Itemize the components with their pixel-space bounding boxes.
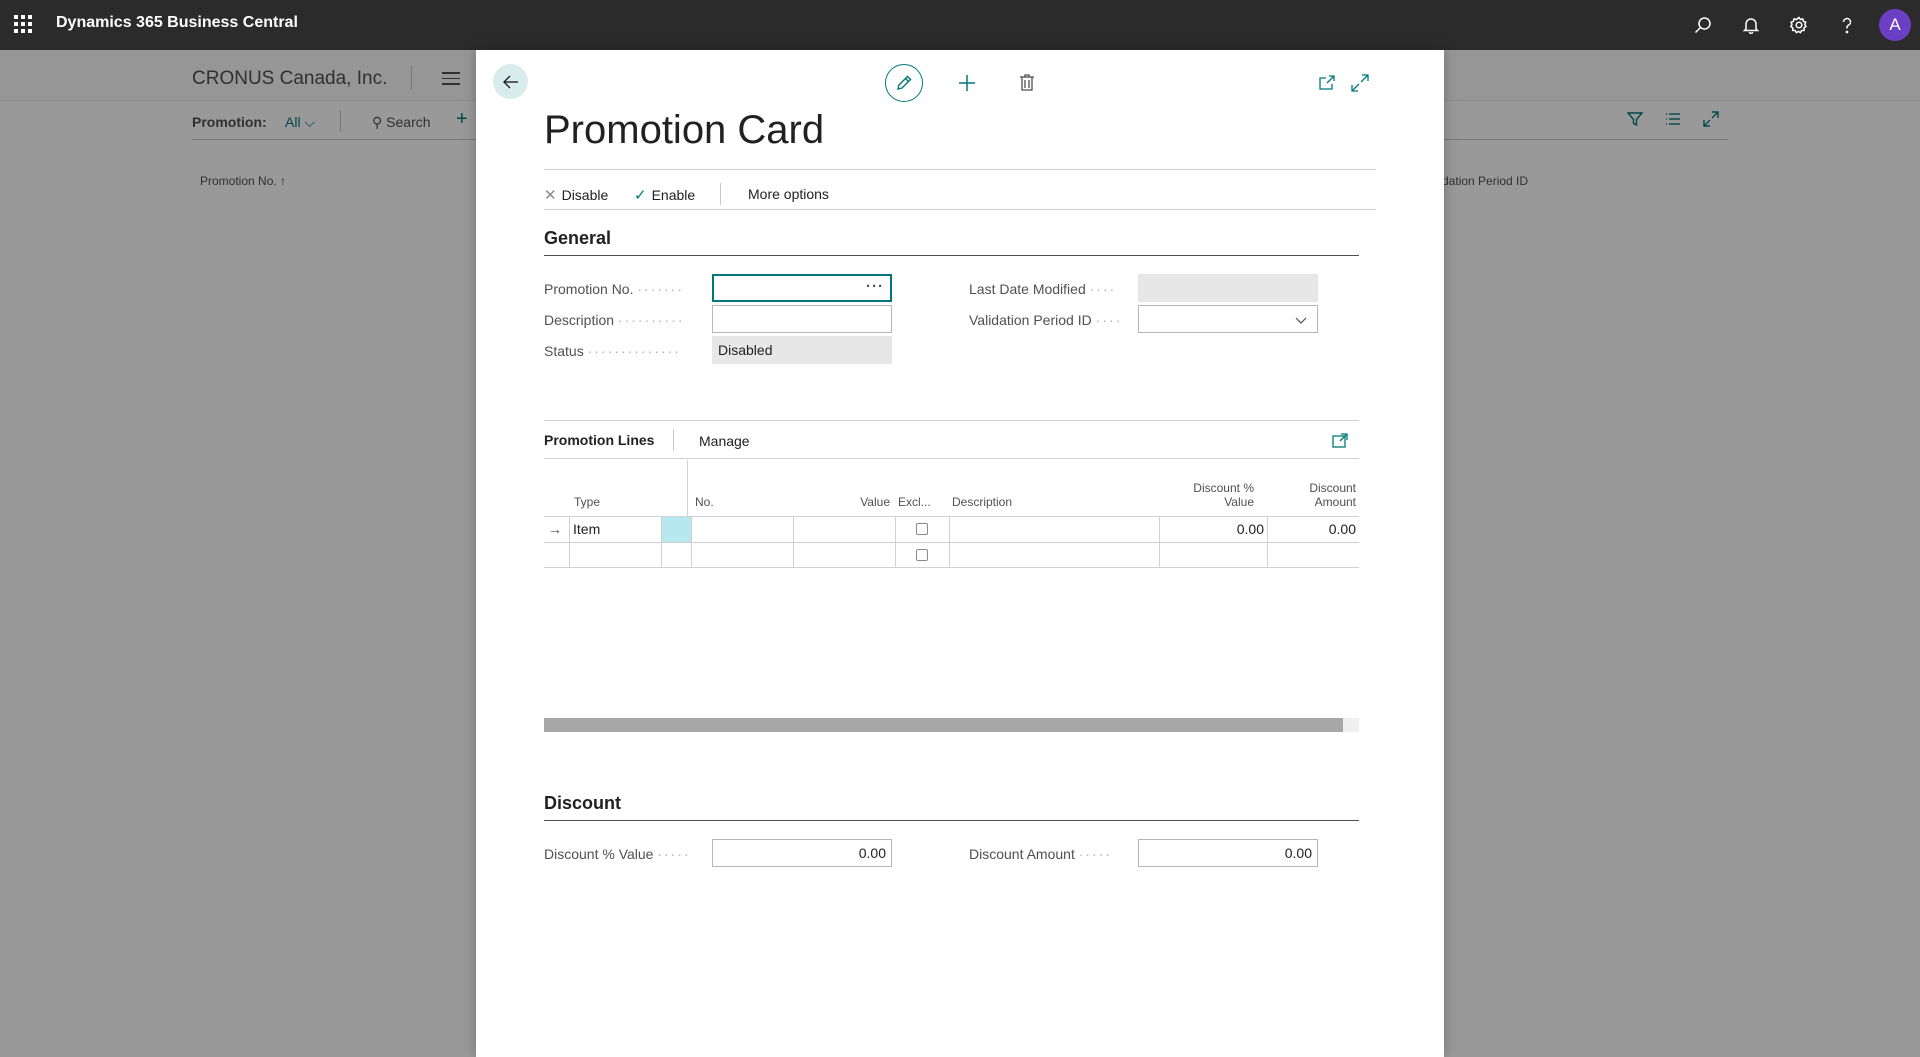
divider [720, 183, 721, 205]
promotion-card-dialog: Promotion Card ✕ Disable ✓ Enable More o… [476, 50, 1444, 1057]
description-cell[interactable] [949, 543, 1159, 568]
top-icons: A [1679, 0, 1920, 50]
pencil-icon [897, 75, 912, 90]
column-header-discount-amount-line2: Amount [1314, 495, 1356, 509]
discount-amount-cell[interactable]: 0.00 [1267, 517, 1359, 542]
discount-pct-input[interactable]: 0.00 [712, 839, 892, 867]
column-header-no[interactable]: No. [695, 495, 714, 509]
column-header-type[interactable]: Type [574, 495, 600, 509]
app-bar: Dynamics 365 Business Central A [0, 0, 1920, 50]
expand-icon[interactable] [1350, 73, 1370, 93]
checkmark-icon: ✓ [634, 187, 647, 204]
user-avatar[interactable]: A [1879, 9, 1911, 41]
help-icon[interactable] [1823, 0, 1871, 50]
value-cell[interactable] [793, 543, 895, 568]
column-header-discount-pct[interactable]: Discount % Value [1174, 481, 1254, 509]
status-label: Status ·············· [544, 343, 681, 359]
column-header-value[interactable]: Value [844, 495, 890, 509]
action-bar: ✕ Disable ✓ Enable More options [544, 178, 1376, 210]
validation-period-label: Validation Period ID ···· [969, 312, 1123, 328]
horizontal-scrollbar[interactable] [544, 718, 1359, 732]
chevron-down-icon [1295, 317, 1307, 324]
last-date-modified-label: Last Date Modified ···· [969, 281, 1117, 297]
exclude-checkbox[interactable] [916, 523, 928, 535]
discount-amount-input[interactable]: 0.00 [1138, 839, 1318, 867]
selection-cell[interactable] [661, 543, 691, 568]
column-header-discount-amount-line1: Discount [1309, 481, 1356, 495]
exclude-cell [895, 543, 949, 568]
exclude-cell [895, 517, 949, 542]
column-divider [687, 460, 688, 516]
more-options-label: More options [748, 186, 829, 202]
discount-section-header[interactable]: Discount [544, 793, 1359, 821]
no-cell[interactable] [691, 517, 793, 542]
popout-icon[interactable] [1317, 73, 1337, 93]
enable-button[interactable]: ✓ Enable [634, 186, 695, 204]
divider [673, 429, 674, 451]
table-row[interactable] [544, 542, 1359, 568]
enable-label: Enable [651, 187, 696, 203]
app-launcher-icon[interactable] [14, 15, 32, 33]
exclude-checkbox[interactable] [916, 549, 928, 561]
search-icon[interactable] [1679, 0, 1727, 50]
back-arrow-icon [502, 75, 518, 88]
popout-icon[interactable] [1331, 432, 1349, 450]
discount-amount-label: Discount Amount ····· [969, 846, 1113, 862]
manage-menu[interactable]: Manage [699, 433, 750, 449]
delete-icon[interactable] [1016, 72, 1038, 94]
promotion-lines-tab[interactable]: Promotion Lines [544, 432, 654, 448]
disable-label: Disable [561, 187, 609, 203]
type-cell[interactable] [569, 543, 661, 568]
edit-button[interactable] [885, 64, 923, 102]
current-row-arrow-icon: → [548, 521, 562, 537]
discount-amount-cell[interactable] [1267, 543, 1359, 568]
status-field: Disabled [712, 336, 892, 364]
disable-button[interactable]: ✕ Disable [544, 186, 608, 204]
grid-header: Type No. Value Excl... Description Disco… [544, 460, 1359, 516]
promotion-lines-bar: Promotion Lines Manage [544, 421, 1359, 459]
discount-pct-cell[interactable]: 0.00 [1159, 517, 1267, 542]
promotion-no-label: Promotion No. ······· [544, 281, 685, 297]
discount-pct-cell[interactable] [1159, 543, 1267, 568]
promotion-no-input[interactable]: ··· [712, 274, 892, 302]
no-cell[interactable] [691, 543, 793, 568]
column-header-discount-pct-line1: Discount % [1193, 481, 1254, 495]
new-icon[interactable] [956, 72, 978, 94]
scrollbar-thumb[interactable] [544, 718, 1343, 732]
table-row[interactable]: → Item 0.00 0.00 [544, 516, 1359, 542]
selection-cell[interactable] [661, 517, 691, 542]
more-options-button[interactable]: More options [748, 186, 829, 202]
description-label: Description ·········· [544, 312, 685, 328]
type-cell[interactable]: Item [569, 517, 661, 542]
discount-pct-label: Discount % Value ····· [544, 846, 691, 862]
lookup-ellipsis-icon[interactable]: ··· [866, 278, 884, 295]
column-header-exclude[interactable]: Excl... [898, 495, 931, 509]
general-section-header[interactable]: General [544, 228, 1359, 256]
gear-icon[interactable] [1775, 0, 1823, 50]
validation-period-select[interactable] [1138, 305, 1318, 333]
column-header-discount-amount[interactable]: Discount Amount [1274, 481, 1356, 509]
value-cell[interactable] [793, 517, 895, 542]
app-title[interactable]: Dynamics 365 Business Central [56, 14, 298, 32]
back-button[interactable] [493, 64, 528, 99]
divider [544, 169, 1376, 170]
description-cell[interactable] [949, 517, 1159, 542]
description-input[interactable] [712, 305, 892, 333]
page-title: Promotion Card [544, 108, 825, 152]
column-header-discount-pct-line2: Value [1224, 495, 1254, 509]
last-date-modified-field [1138, 274, 1318, 302]
column-header-description[interactable]: Description [952, 495, 1012, 509]
bell-icon[interactable] [1727, 0, 1775, 50]
close-icon: ✕ [544, 187, 557, 204]
